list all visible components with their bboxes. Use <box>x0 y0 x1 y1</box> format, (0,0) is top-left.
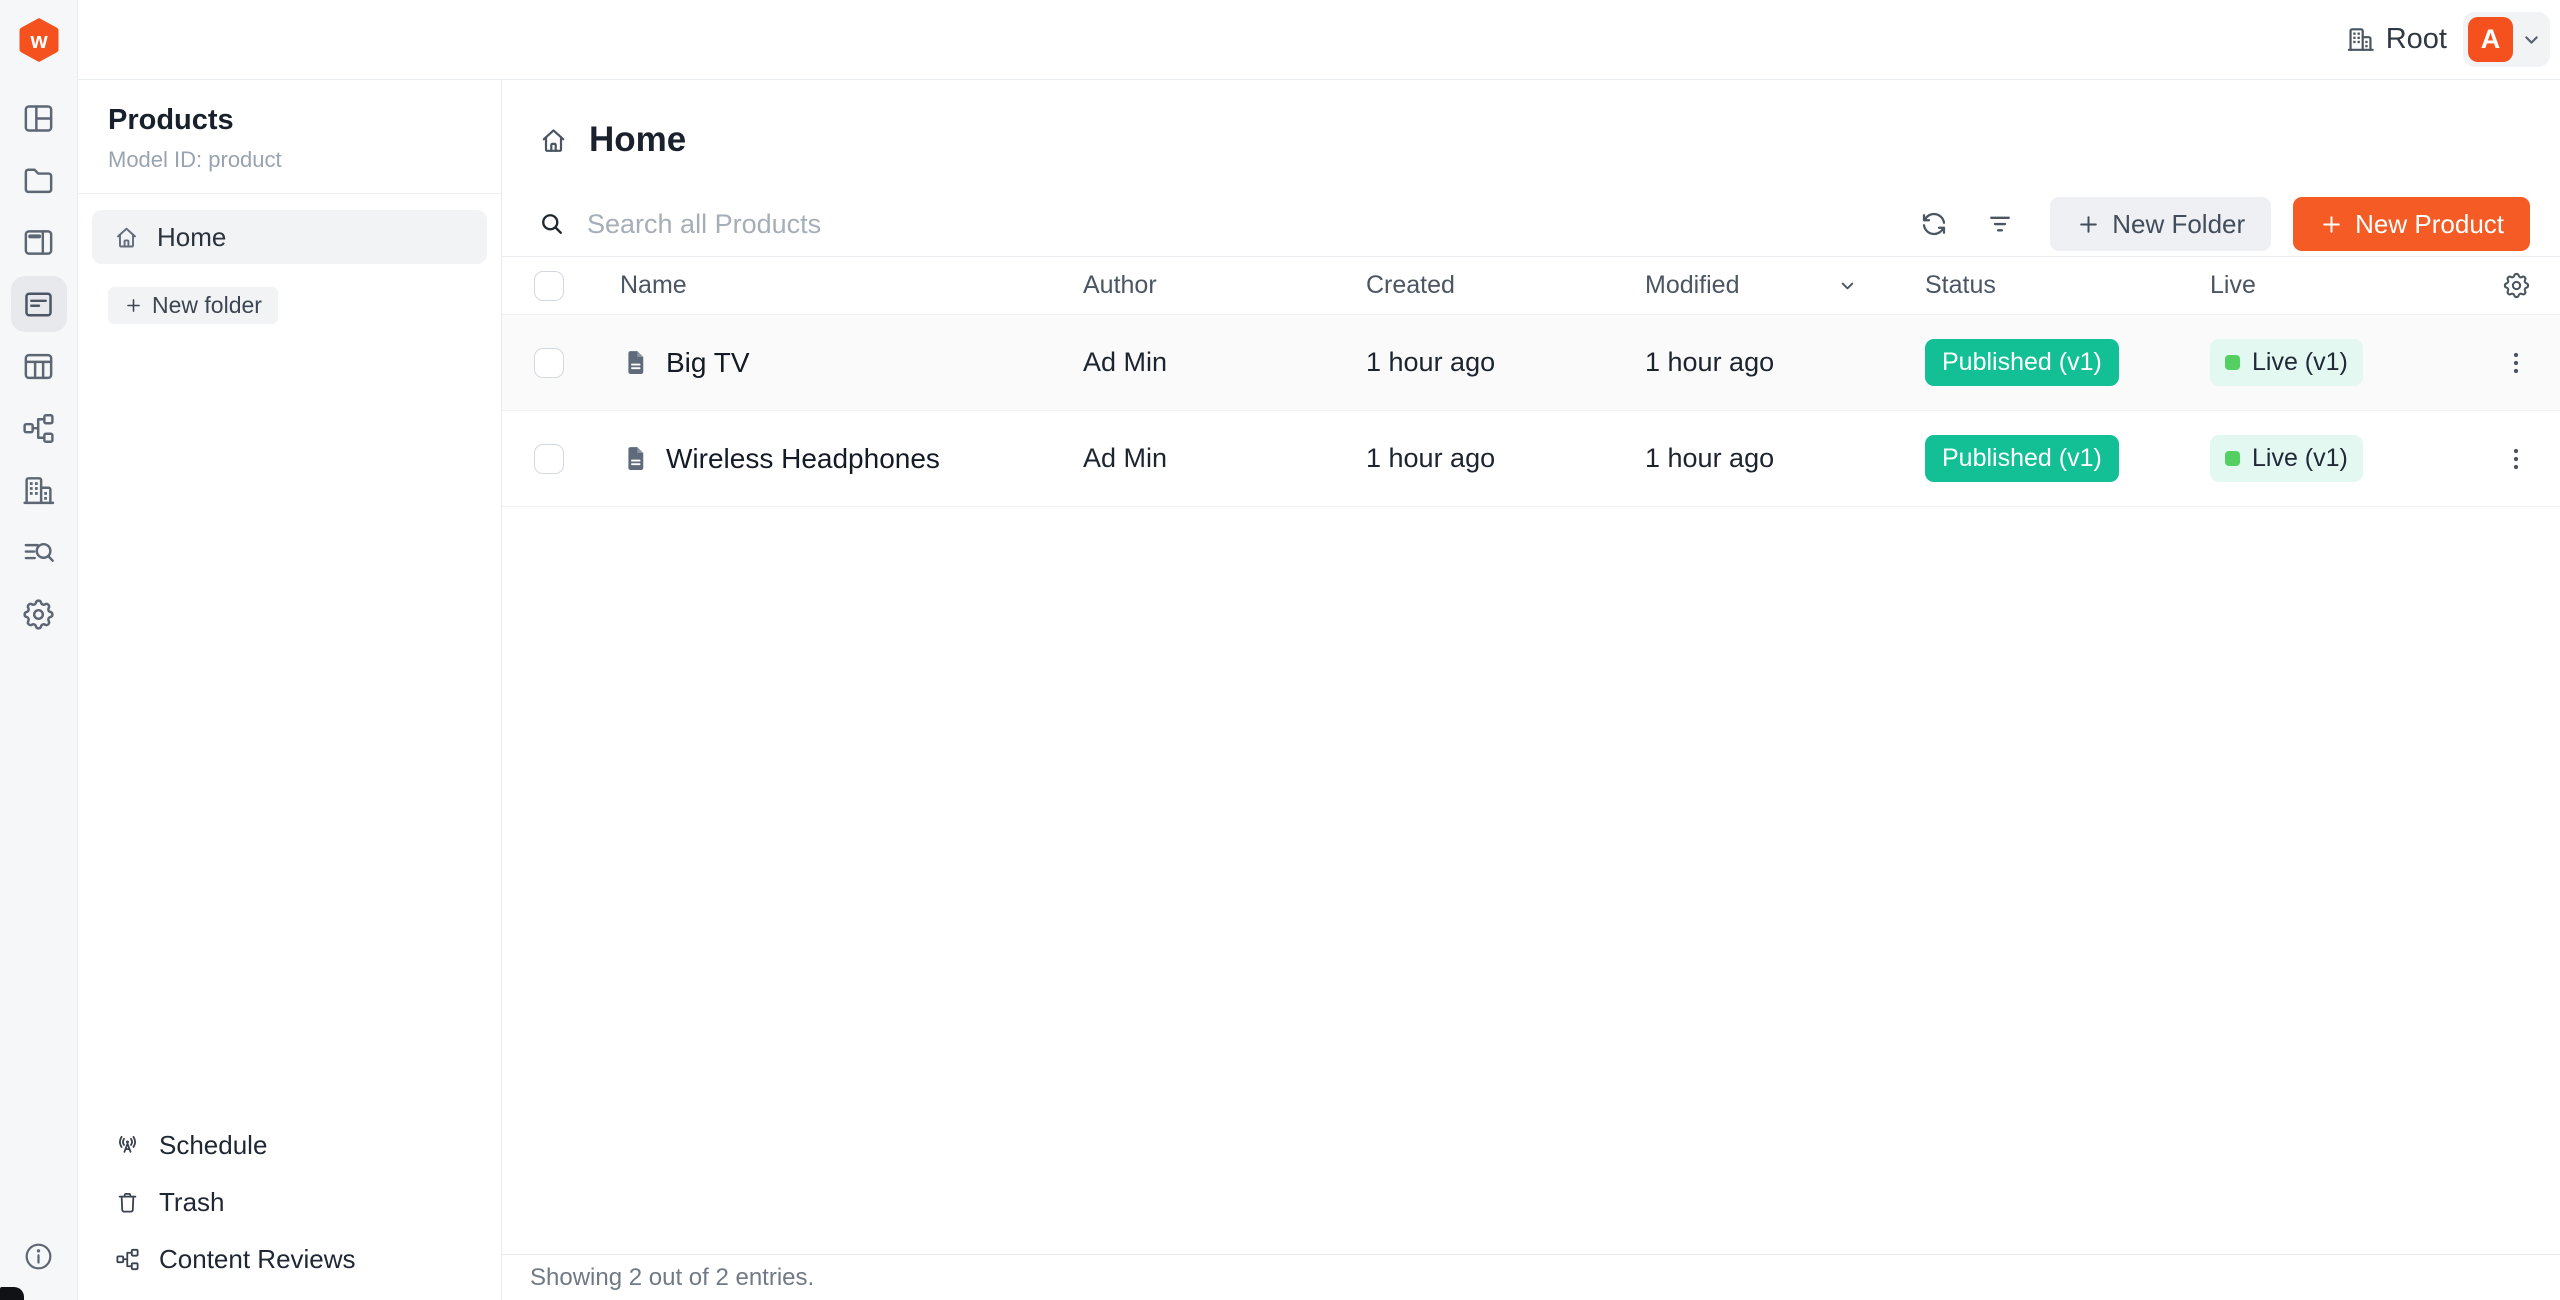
avatar: A <box>2468 17 2513 62</box>
column-header-author[interactable]: Author <box>1083 271 1366 300</box>
status-badge: Published (v1) <box>1925 435 2119 482</box>
search-input[interactable] <box>587 209 1287 240</box>
table-settings-gear-icon[interactable] <box>2496 266 2536 306</box>
content-entries-icon[interactable] <box>11 276 67 332</box>
trash-icon <box>114 1189 141 1216</box>
entry-author: Ad Min <box>1083 443 1366 474</box>
row-checkbox[interactable] <box>534 444 564 474</box>
live-dot <box>2225 355 2240 370</box>
page-header: Home <box>502 80 2560 200</box>
audit-logs-search-icon[interactable] <box>11 524 67 580</box>
live-dot <box>2225 451 2240 466</box>
info-icon[interactable] <box>15 1232 63 1280</box>
status-badge: Published (v1) <box>1925 339 2119 386</box>
entry-modified: 1 hour ago <box>1645 347 1925 378</box>
folder-icon[interactable] <box>11 152 67 208</box>
workflow-icon[interactable] <box>11 400 67 456</box>
entry-name: Big TV <box>666 347 750 379</box>
sidebar-header: Products Model ID: product <box>78 80 501 194</box>
home-icon <box>113 224 140 251</box>
filter-button[interactable] <box>1980 204 2020 244</box>
column-header-status[interactable]: Status <box>1925 271 2210 300</box>
plus-icon <box>124 296 143 315</box>
sort-chevron-down-icon <box>1836 274 1859 297</box>
live-badge: Live (v1) <box>2210 435 2363 482</box>
sidebar-item-trash[interactable]: Trash <box>78 1174 501 1231</box>
select-all-checkbox[interactable] <box>534 271 564 301</box>
table-row[interactable]: Big TV Ad Min 1 hour ago 1 hour ago Publ… <box>502 315 2560 411</box>
sidebar-item-home[interactable]: Home <box>92 210 487 264</box>
row-actions-kebab-icon[interactable] <box>2496 343 2536 383</box>
workflow-icon <box>114 1246 141 1273</box>
model-id: Model ID: product <box>108 147 471 173</box>
table-row[interactable]: Wireless Headphones Ad Min 1 hour ago 1 … <box>502 411 2560 507</box>
tenant-label: Root <box>2386 23 2447 56</box>
table-icon[interactable] <box>11 338 67 394</box>
plus-icon <box>2076 212 2101 237</box>
row-checkbox[interactable] <box>534 348 564 378</box>
entry-created: 1 hour ago <box>1366 347 1645 378</box>
sidebar-new-folder-button[interactable]: New folder <box>108 287 278 324</box>
column-header-live[interactable]: Live <box>2210 271 2460 300</box>
entry-modified: 1 hour ago <box>1645 443 1925 474</box>
plus-icon <box>2319 212 2344 237</box>
top-bar: Root A <box>78 0 2560 80</box>
svg-text:w: w <box>29 28 48 53</box>
new-product-button[interactable]: New Product <box>2293 197 2530 251</box>
column-header-modified[interactable]: Modified <box>1645 271 1925 300</box>
file-icon <box>620 347 651 378</box>
file-icon <box>620 443 651 474</box>
rail-nav <box>11 80 67 642</box>
entry-name: Wireless Headphones <box>666 443 940 475</box>
page-title: Home <box>589 120 686 160</box>
entry-author: Ad Min <box>1083 347 1366 378</box>
table-empty-space <box>502 507 2560 1254</box>
sidebar-home-label: Home <box>157 222 226 253</box>
tenants-building-icon[interactable] <box>11 462 67 518</box>
tenant-building-icon <box>2345 24 2376 55</box>
app-rail: w <box>0 0 78 1300</box>
live-badge: Live (v1) <box>2210 339 2363 386</box>
sidebar-item-schedule[interactable]: Schedule <box>78 1117 501 1174</box>
row-actions-kebab-icon[interactable] <box>2496 439 2536 479</box>
table-header: Name Author Created Modified Status Live <box>502 257 2560 315</box>
new-folder-button[interactable]: New Folder <box>2050 197 2271 251</box>
tooltip-corner-artifact <box>0 1287 24 1300</box>
model-sidebar: Products Model ID: product Home New fold… <box>78 80 502 1300</box>
account-menu[interactable]: A <box>2463 12 2550 67</box>
tenant-selector[interactable]: Root <box>2345 23 2447 56</box>
table-footer: Showing 2 out of 2 entries. <box>502 1254 2560 1300</box>
pages-icon[interactable] <box>11 214 67 270</box>
entry-created: 1 hour ago <box>1366 443 1645 474</box>
chevron-down-icon <box>2519 27 2544 52</box>
broadcast-icon <box>114 1132 141 1159</box>
toolbar: New Folder New Product <box>502 200 2560 257</box>
sidebar-item-content-reviews[interactable]: Content Reviews <box>78 1231 501 1288</box>
main-content: Home New Folder New Product <box>502 80 2560 1300</box>
webiny-logo[interactable]: w <box>18 17 60 63</box>
entries-summary: Showing 2 out of 2 entries. <box>530 1264 814 1292</box>
dashboard-icon[interactable] <box>11 90 67 146</box>
column-header-created[interactable]: Created <box>1366 271 1645 300</box>
sidebar-footer: Schedule Trash Content Reviews <box>78 1117 501 1300</box>
column-header-name[interactable]: Name <box>620 271 1083 300</box>
refresh-button[interactable] <box>1914 204 1954 244</box>
settings-gear-icon[interactable] <box>11 586 67 642</box>
model-title: Products <box>108 104 471 137</box>
home-icon <box>538 125 569 156</box>
search-icon <box>538 210 566 238</box>
